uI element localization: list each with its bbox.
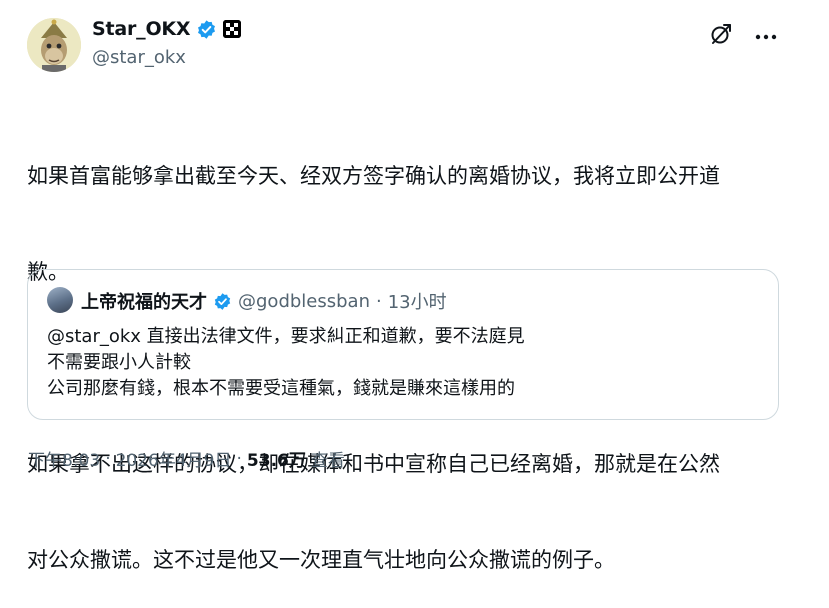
quoted-timestamp[interactable]: 13小时 [388, 288, 447, 314]
more-options-icon[interactable] [755, 23, 777, 45]
quoted-handle[interactable]: @godblessban [238, 291, 370, 312]
quoted-display-name[interactable]: 上帝祝福的天才 [81, 288, 207, 314]
tweet-date[interactable]: 2026年4月9日 [116, 446, 232, 471]
quoted-line: @star_okx 直接出法律文件，要求糾正和道歉，要不法庭見 [47, 326, 525, 347]
quoted-author-avatar[interactable] [47, 287, 73, 313]
view-label: 查看 [310, 451, 345, 471]
author-name-row: Star_OKX [92, 18, 242, 40]
author-display-name[interactable]: Star_OKX [92, 18, 191, 40]
verified-badge-icon [213, 292, 232, 311]
okx-affiliate-icon[interactable] [223, 20, 242, 38]
view-count: 53.6万 [246, 451, 306, 471]
grok-icon[interactable] [709, 22, 733, 46]
tweet-top-actions [709, 22, 777, 46]
quoted-line: 不需要跟小人計較 [47, 352, 191, 373]
tweet-line: 如果首富能够拿出截至今天、经双方签字确认的离婚协议，我将立即公开道 [27, 164, 720, 188]
tweet-meta: 下午8:03 · 2026年4月9日 · 53.6万 查看 [28, 446, 345, 472]
separator-dot: · [236, 448, 242, 469]
verified-badge-icon [196, 19, 217, 40]
separator-dot: · [105, 448, 111, 469]
separator-dot: · [376, 290, 382, 312]
author-avatar[interactable] [27, 18, 81, 72]
quoted-tweet-header: 上帝祝福的天才 @godblessban · 13小时 [81, 288, 447, 314]
author-handle[interactable]: @star_okx [92, 47, 186, 68]
quoted-tweet-body: @star_okx 直接出法律文件，要求糾正和道歉，要不法庭見 不需要跟小人計較… [47, 324, 525, 402]
tweet-time[interactable]: 下午8:03 [28, 446, 100, 471]
tweet-line: 对公众撒谎。这不过是他又一次理直气壮地向公众撒谎的例子。 [27, 548, 615, 572]
quoted-line: 公司那麼有錢，根本不需要受這種氣，錢就是賺來這樣用的 [47, 378, 515, 399]
quoted-tweet[interactable]: 上帝祝福的天才 @godblessban · 13小时 @star_okx 直接… [27, 269, 779, 420]
ape-avatar-illustration [27, 18, 81, 72]
